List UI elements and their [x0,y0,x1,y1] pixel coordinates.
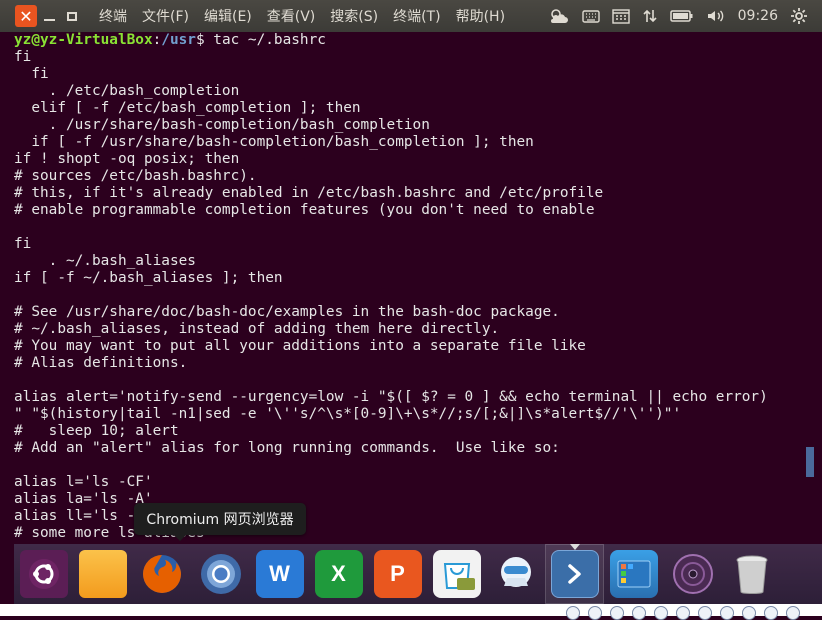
dock-item-dash[interactable] [14,544,73,604]
prompt-user: yz@yz-VirtualBox [14,32,153,48]
volume-icon[interactable] [706,8,726,24]
terminal-line: fi [14,236,32,252]
chromium-icon [197,550,245,598]
keyboard-icon[interactable] [581,9,600,23]
dock-item-app-launcher[interactable] [604,544,663,604]
window-controls: ✕ [15,5,83,27]
dock-item-files[interactable] [73,544,132,604]
host-status-icon [698,606,712,620]
terminal-line: fi [14,49,32,65]
dock-item-software-center[interactable] [427,544,486,604]
terminal-line: # enable programmable completion feature… [14,202,595,218]
ubuntu-dash-icon [19,550,68,598]
dock-item-terminal[interactable] [545,544,604,604]
top-panel: ✕ 终端 文件(F) 编辑(E) 查看(V) 搜索(S) 终端(T) 帮助(H)… [0,0,822,32]
gear-icon[interactable] [790,7,808,25]
dock-item-dvd[interactable] [663,544,722,604]
prompt-command: $ tac ~/.bashrc [195,32,326,48]
dock-item-wps-writer[interactable]: W [250,544,309,604]
ubuntu-software-center-icon [432,550,481,598]
menu-file[interactable]: 文件(F) [136,6,198,26]
dock-item-trash[interactable] [722,544,781,604]
terminal-line: alias la='ls -A' [14,491,153,507]
calendar-icon[interactable] [611,8,630,24]
terminal-lines: fi fi . /etc/bash_completion elif [ -f /… [14,49,808,542]
terminal-line: . /usr/share/bash-completion/bash_comple… [14,117,430,133]
terminal-line: alias l='ls -CF' [14,474,153,490]
host-status-icon [566,606,580,620]
menu-help[interactable]: 帮助(H) [450,6,514,26]
wps-presentation-icon: P [373,550,422,598]
ubuntu-kylin-assistant-icon [492,550,540,598]
host-status-icon [654,606,668,620]
host-status-icon [786,606,800,620]
host-status-icon [676,606,690,620]
wps-spreadsheets-icon: X [314,550,363,598]
terminal-line: elif [ -f /etc/bash_completion ]; then [14,100,361,116]
dvd-disc-icon [669,550,717,598]
terminal-line: . ~/.bash_aliases [14,253,196,269]
host-status-icon [764,606,778,620]
dock-item-kylin-assistant[interactable] [486,544,545,604]
wps-writer-icon: W [255,550,304,598]
host-status-icon [742,606,756,620]
terminal-line: # ~/.bash_aliases, instead of adding the… [14,321,500,337]
menu-search[interactable]: 搜索(S) [324,6,387,26]
terminal-line: if [ -f /usr/share/bash-completion/bash_… [14,134,534,150]
menu-edit[interactable]: 编辑(E) [198,6,261,26]
terminal-line: # See /usr/share/doc/bash-doc/examples i… [14,304,560,320]
host-status-icon [632,606,646,620]
dock-item-wps-presentation[interactable]: P [368,544,427,604]
terminal-output[interactable]: yz@yz-VirtualBox:/usr$ tac ~/.bashrc fi … [0,32,808,544]
dock: W X P [14,544,822,604]
dock-item-firefox[interactable] [132,544,191,604]
firefox-icon [138,550,186,598]
menu-terminal[interactable]: 终端(T) [387,6,449,26]
dock-item-wps-spreadsheets[interactable]: X [309,544,368,604]
terminal-icon [550,550,599,598]
terminal-line: fi [14,66,49,82]
menu-view[interactable]: 查看(V) [261,6,325,26]
host-status-strip [0,604,822,620]
terminal-line: " "$(history|tail -n1|sed -e '\''s/^\s*[… [14,406,682,422]
menu-bar: 终端 文件(F) 编辑(E) 查看(V) 搜索(S) 终端(T) 帮助(H) [93,6,514,26]
terminal-line: alias alert='notify-send --urgency=low -… [14,389,768,405]
terminal-line: # You may want to put all your additions… [14,338,586,354]
trash-icon [728,550,776,598]
weather-icon[interactable] [548,7,570,25]
menu-app-terminal[interactable]: 终端 [93,6,136,26]
dock-item-chromium[interactable] [191,544,250,604]
terminal-scrollbar[interactable] [806,447,814,477]
kylin-app-launcher-icon [609,550,658,598]
network-updown-icon[interactable] [642,8,658,24]
terminal-line: if ! shopt -oq posix; then [14,151,240,167]
close-window-button[interactable]: ✕ [15,5,37,27]
prompt-path: /usr [161,32,196,48]
terminal-line: # Alias definitions. [14,355,188,371]
indicator-area: 09:26 [536,0,808,32]
terminal-line: # sleep 10; alert [14,423,179,439]
terminal-line: . /etc/bash_completion [14,83,240,99]
prompt-line: yz@yz-VirtualBox:/usr$ tac ~/.bashrc [14,32,808,49]
minimize-window-button[interactable] [38,5,60,27]
host-status-icon [588,606,602,620]
terminal-line: # this, if it's already enabled in /etc/… [14,185,604,201]
host-status-icon [610,606,624,620]
battery-icon[interactable] [669,9,694,23]
terminal-line: # Add an "alert" alias for long running … [14,440,560,456]
dock-tooltip: Chromium 网页浏览器 [134,503,306,541]
clock[interactable]: 09:26 [738,8,778,24]
maximize-window-button[interactable] [61,5,83,27]
terminal-line: # sources /etc/bash.bashrc). [14,168,257,184]
terminal-line: if [ -f ~/.bash_aliases ]; then [14,270,283,286]
host-status-icon [720,606,734,620]
files-folder-icon [78,550,127,598]
prompt-separator: : [152,32,162,48]
